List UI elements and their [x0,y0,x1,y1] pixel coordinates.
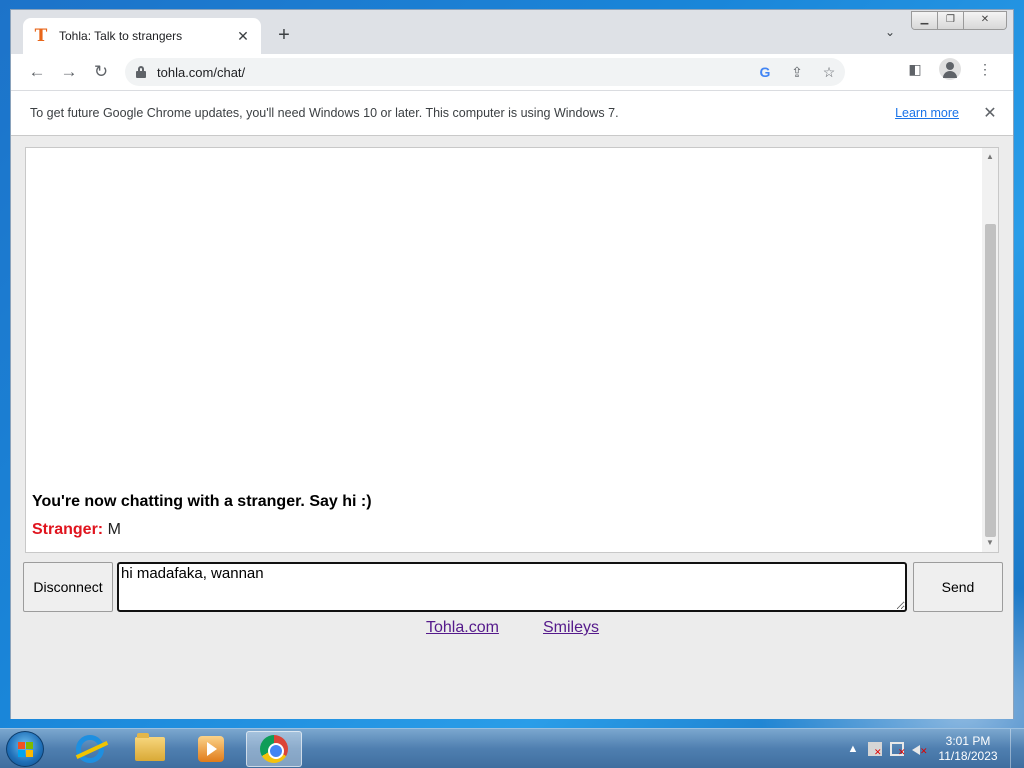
infobar-message: To get future Google Chrome updates, you… [30,106,619,120]
scroll-down-arrow-icon[interactable]: ▼ [982,536,998,550]
action-center-flag-icon[interactable] [868,742,882,758]
minimize-button[interactable]: ▁ [912,12,938,29]
new-tab-button[interactable]: + [273,24,295,46]
tab-close-icon[interactable]: ✕ [235,28,251,45]
send-button[interactable]: Send [913,562,1003,612]
scroll-up-arrow-icon[interactable]: ▲ [982,150,998,164]
forward-arrow-icon[interactable]: → [53,58,85,86]
reload-icon[interactable]: ↻ [85,58,117,86]
tab-title: Tohla: Talk to strangers [59,29,183,43]
restore-button[interactable]: ❐ [938,12,964,29]
windows-taskbar: ▲ 3:01 PM 11/18/2023 [0,728,1024,768]
url-text[interactable]: tohla.com/chat/ [157,65,749,80]
windows-logo-icon [18,742,34,758]
disconnect-button[interactable]: Disconnect [23,562,113,612]
update-infobar: To get future Google Chrome updates, you… [11,90,1013,136]
lock-icon[interactable] [135,66,147,78]
chat-log[interactable]: You're now chatting with a stranger. Say… [25,147,999,553]
tohla-favicon-icon: T [34,26,48,46]
window-controls: ▁ ❐ ✕ [911,11,1007,30]
taskbar-file-explorer[interactable] [122,731,178,767]
show-hidden-icons-icon[interactable]: ▲ [842,743,864,755]
tab-tohla[interactable]: T Tohla: Talk to strangers ✕ [23,18,261,54]
internet-explorer-icon [76,735,104,763]
tohla-home-link[interactable]: Tohla.com [426,619,499,637]
side-panel-icon[interactable]: ◧ [899,61,931,78]
chrome-icon [260,735,288,763]
chat-message: Stranger: M [32,521,121,539]
tab-strip: T Tohla: Talk to strangers ✕ + ⌄ ▁ ❐ ✕ [11,10,1013,54]
clock[interactable]: 3:01 PM 11/18/2023 [930,734,1006,764]
clock-date: 11/18/2023 [938,749,998,763]
taskbar-media-player[interactable] [183,731,239,767]
start-button[interactable] [6,731,44,767]
address-bar[interactable]: tohla.com/chat/ G ⇪ ☆ [125,58,845,86]
system-tray: ▲ 3:01 PM 11/18/2023 [842,729,1024,768]
message-sender: Stranger: [32,521,104,538]
message-input[interactable]: hi madafaka, wannan [117,562,907,612]
share-icon[interactable]: ⇪ [781,64,813,81]
infobar-close-icon[interactable]: ✕ [975,103,1005,123]
google-lens-icon[interactable]: G [749,64,781,80]
browser-window: T Tohla: Talk to strangers ✕ + ⌄ ▁ ❐ ✕ ←… [10,9,1014,719]
chat-page: You're now chatting with a stranger. Say… [11,137,1013,719]
taskbar-chrome[interactable] [246,731,302,767]
toolbar-right: ◧ ⋮ [899,58,1001,80]
media-player-icon [198,736,224,762]
smileys-link[interactable]: Smileys [543,619,599,637]
clock-time: 3:01 PM [945,734,991,748]
volume-muted-icon[interactable] [912,742,928,757]
taskbar-internet-explorer[interactable] [62,731,118,767]
message-composer: Disconnect hi madafaka, wannan Send [23,562,1003,612]
message-text: M [107,521,121,538]
profile-avatar-icon[interactable] [939,58,961,80]
folder-icon [135,733,165,761]
scroll-thumb[interactable] [985,224,996,537]
back-arrow-icon[interactable]: ← [21,58,53,86]
chat-status-message: You're now chatting with a stranger. Say… [32,493,372,510]
chat-scrollbar[interactable]: ▲ ▼ [982,148,998,552]
learn-more-link[interactable]: Learn more [895,106,959,120]
close-window-button[interactable]: ✕ [964,12,1006,29]
network-icon[interactable] [890,742,906,758]
bookmark-star-icon[interactable]: ☆ [813,64,845,81]
browser-toolbar: ← → ↻ tohla.com/chat/ G ⇪ ☆ ◧ ⋮ [11,54,1013,90]
menu-kebab-icon[interactable]: ⋮ [969,61,1001,78]
tab-search-chevron-icon[interactable]: ⌄ [885,25,895,39]
show-desktop-button[interactable] [1010,729,1024,768]
